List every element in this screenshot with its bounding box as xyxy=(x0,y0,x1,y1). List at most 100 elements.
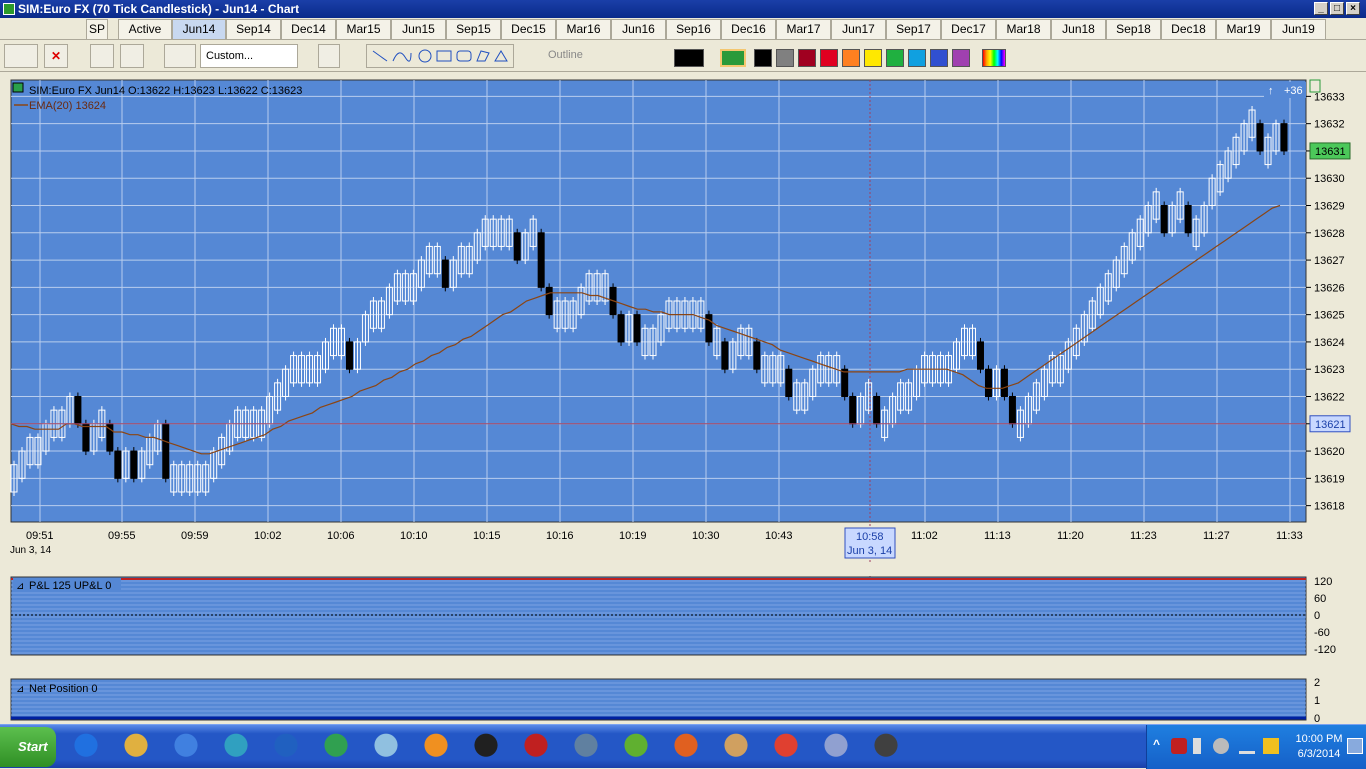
tab-sep17[interactable]: Sep17 xyxy=(886,19,941,39)
tab-sp[interactable]: SP xyxy=(86,19,108,39)
cmd-icon[interactable] xyxy=(466,729,506,765)
x-tick-label: 10:15 xyxy=(473,530,501,542)
cursor-date-label: Jun 3, 14 xyxy=(847,545,892,557)
candle xyxy=(753,341,761,370)
color-gray[interactable] xyxy=(776,49,794,67)
tab-mar16[interactable]: Mar16 xyxy=(556,19,611,39)
color-yellow[interactable] xyxy=(864,49,882,67)
taskbar: Start ^ 10:00 PM 6/3/2014 xyxy=(0,724,1366,769)
chart-settings-icon[interactable] xyxy=(90,44,114,68)
show-desktop-icon[interactable] xyxy=(1347,738,1363,754)
tab-mar19[interactable]: Mar19 xyxy=(1216,19,1271,39)
tab-jun16[interactable]: Jun16 xyxy=(611,19,666,39)
color-maroon[interactable] xyxy=(798,49,816,67)
delete-icon[interactable]: ✕ xyxy=(44,44,68,68)
fill-color-swatch[interactable] xyxy=(720,49,746,67)
tab-sep15[interactable]: Sep15 xyxy=(446,19,501,39)
line-width-icon[interactable] xyxy=(618,44,656,68)
color-red[interactable] xyxy=(820,49,838,67)
line-color-swatch[interactable] xyxy=(674,49,704,67)
pnl-tick-label: 120 xyxy=(1314,576,1332,588)
price-chart[interactable]: 13633 13632 13631 13630 13629 13628 13627 13626… xyxy=(0,72,1366,724)
firefox-icon[interactable] xyxy=(666,729,706,765)
x-tick-label: 10:19 xyxy=(619,530,647,542)
tab-jun15[interactable]: Jun15 xyxy=(391,19,446,39)
tab-sep18[interactable]: Sep18 xyxy=(1106,19,1161,39)
y-tick-label: 13620 xyxy=(1314,446,1345,458)
position-panel-label: Net Position 0 xyxy=(29,683,97,695)
show-hidden-icon[interactable]: ^ xyxy=(1153,737,1160,751)
color-green[interactable] xyxy=(886,49,904,67)
candle xyxy=(537,232,545,288)
position-tick-label: 0 xyxy=(1314,713,1320,724)
offset-badge: +36 xyxy=(1284,85,1303,97)
chart-app-icon[interactable] xyxy=(866,729,906,765)
close-button[interactable]: × xyxy=(1346,2,1360,15)
chart-area[interactable]: 13633 13632 13631 13630 13629 13628 13627 13626… xyxy=(0,72,1366,724)
tab-jun19[interactable]: Jun19 xyxy=(1271,19,1326,39)
tab-mar15[interactable]: Mar15 xyxy=(336,19,391,39)
color-blue[interactable] xyxy=(930,49,948,67)
position-panel-icon: ⊿ xyxy=(16,684,24,695)
tab-active[interactable]: Active xyxy=(118,19,172,39)
media-icon[interactable] xyxy=(166,729,206,765)
outline-button[interactable]: Outline xyxy=(530,44,608,68)
candle-style-icon[interactable] xyxy=(164,44,196,68)
docs-icon[interactable] xyxy=(716,729,756,765)
color-black[interactable] xyxy=(754,49,772,67)
candle xyxy=(785,368,793,397)
pad-icon[interactable] xyxy=(366,729,406,765)
trading-icon[interactable] xyxy=(316,729,356,765)
tab-mar18[interactable]: Mar18 xyxy=(996,19,1051,39)
outlook-icon[interactable] xyxy=(416,729,456,765)
candle xyxy=(441,259,449,288)
security-icon[interactable] xyxy=(1171,738,1187,754)
candle xyxy=(1000,368,1008,397)
chrome-icon[interactable] xyxy=(766,729,806,765)
start-button[interactable]: Start xyxy=(0,727,56,767)
clock-time: 10:00 PM xyxy=(1295,733,1343,745)
x-tick-label: 11:33 xyxy=(1276,530,1303,542)
rsa-icon[interactable] xyxy=(516,729,556,765)
tab-sep16[interactable]: Sep16 xyxy=(666,19,721,39)
tab-dec16[interactable]: Dec16 xyxy=(721,19,776,39)
vmware-icon[interactable] xyxy=(616,729,656,765)
auto-scale-icon xyxy=(1309,79,1321,93)
tab-jun17[interactable]: Jun17 xyxy=(831,19,886,39)
color-purple[interactable] xyxy=(952,49,970,67)
properties-icon[interactable] xyxy=(318,44,340,68)
cursor-tool-button[interactable] xyxy=(4,44,38,68)
tab-jun14[interactable]: Jun14 xyxy=(172,19,226,39)
minimize-button[interactable]: _ xyxy=(1314,2,1328,15)
tab-mar17[interactable]: Mar17 xyxy=(776,19,831,39)
color-cyan[interactable] xyxy=(908,49,926,67)
indicator-icon[interactable] xyxy=(120,44,144,68)
lync-icon[interactable] xyxy=(266,729,306,765)
explorer-icon[interactable] xyxy=(116,729,156,765)
tab-jun18[interactable]: Jun18 xyxy=(1051,19,1106,39)
network-signal-icon[interactable] xyxy=(1239,738,1255,754)
tab-dec15[interactable]: Dec15 xyxy=(501,19,556,39)
tab-sep14[interactable]: Sep14 xyxy=(226,19,281,39)
color-orange[interactable] xyxy=(842,49,860,67)
shape-tools[interactable] xyxy=(366,44,514,68)
volume-muted-icon[interactable] xyxy=(1213,738,1229,754)
candle xyxy=(849,395,857,425)
ie-icon[interactable] xyxy=(66,729,106,765)
tab-dec18[interactable]: Dec18 xyxy=(1161,19,1216,39)
contract-tabs: SP Active Jun14 Sep14 Dec14 Mar15 Jun15 Sep15 De… xyxy=(0,18,1366,40)
tab-dec17[interactable]: Dec17 xyxy=(941,19,996,39)
action-center-icon[interactable] xyxy=(1263,738,1279,754)
clock[interactable]: 10:00 PM 6/3/2014 xyxy=(1291,732,1347,762)
paint-icon[interactable] xyxy=(816,729,856,765)
y-tick-label: 13623 xyxy=(1314,364,1345,376)
tab-dec14[interactable]: Dec14 xyxy=(281,19,336,39)
title-bar: SIM:Euro FX (70 Tick Candlestick) - Jun1… xyxy=(0,0,1366,18)
network-icon[interactable] xyxy=(216,729,256,765)
maximize-button[interactable]: □ xyxy=(1330,2,1344,15)
custom-color-icon[interactable] xyxy=(982,49,1006,67)
battery-icon[interactable] xyxy=(1193,738,1201,754)
chart-style-select[interactable]: Custom... xyxy=(200,44,298,68)
candle xyxy=(1256,123,1264,152)
remote-icon[interactable] xyxy=(566,729,606,765)
